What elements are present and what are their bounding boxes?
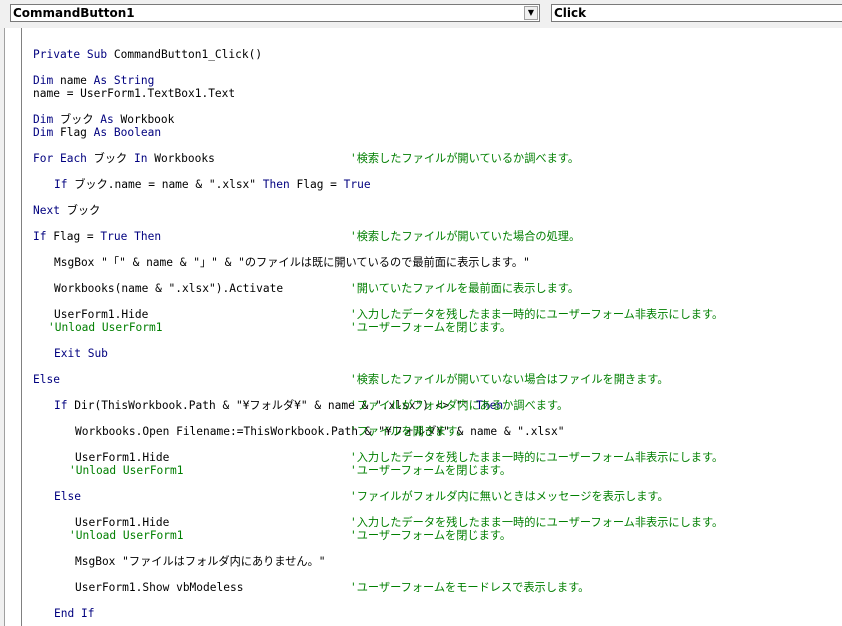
code-line[interactable]: Else '検索したファイルが開いていない場合はファイルを開きます。 — [33, 373, 838, 386]
code-text: Workbooks.Open Filename:=ThisWorkbook.Pa… — [75, 425, 565, 438]
code-text: If ブック.name = name & ".xlsx" Then Flag =… — [54, 178, 371, 191]
code-comment: 'ユーザーフォームを閉じます。 — [350, 321, 512, 334]
code-comment: 'Unload UserForm1 — [69, 464, 184, 477]
code-text: Dim ブック As Workbook — [33, 113, 175, 126]
code-line[interactable]: If Dir(ThisWorkbook.Path & "¥フォルダ¥" & na… — [33, 399, 838, 412]
code-line[interactable]: Dim ブック As Workbook — [33, 113, 838, 126]
code-area[interactable]: Private Sub CommandButton1_Click() Dim na… — [33, 28, 838, 626]
code-line[interactable]: MsgBox "ファイルはフォルダ内にありません。" — [33, 555, 838, 568]
code-comment: 'ファイルがフォルダ内にあるか調べます。 — [350, 399, 569, 412]
code-line[interactable]: If Flag = True Then '検索したファイルが開いていた場合の処理。 — [33, 230, 838, 243]
code-line[interactable]: End If — [33, 607, 838, 620]
code-line[interactable]: Private Sub CommandButton1_Click() — [33, 48, 838, 61]
code-text: UserForm1.Hide — [75, 451, 170, 464]
code-comment: '入力したデータを残したまま一時的にユーザーフォーム非表示にします。 — [350, 451, 724, 464]
code-text: If Flag = True Then — [33, 230, 162, 243]
chevron-down-icon[interactable]: ▼ — [524, 6, 538, 20]
code-text: Private Sub CommandButton1_Click() — [33, 48, 263, 61]
code-line[interactable]: UserForm1.Hide '入力したデータを残したまま一時的にユーザーフォーム… — [33, 451, 838, 464]
code-comment: 'ファイルを開きます。 — [350, 425, 468, 438]
code-line[interactable]: MsgBox "「" & name & "」" & "のファイルは既に開いている… — [33, 256, 838, 269]
code-comment: 'Unload UserForm1 — [48, 321, 163, 334]
code-line[interactable]: Else 'ファイルがフォルダ内に無いときはメッセージを表示します。 — [33, 490, 838, 503]
code-comment: 'ユーザーフォームを閉じます。 — [350, 529, 512, 542]
procedure-dropdown-value: Click — [554, 6, 587, 20]
code-line[interactable]: Exit Sub — [33, 347, 838, 360]
code-text: Exit Sub — [54, 347, 108, 360]
code-text: Else — [54, 490, 81, 503]
code-line[interactable]: Next ブック — [33, 204, 838, 217]
code-comment: 'ユーザーフォームを閉じます。 — [350, 464, 512, 477]
code-text: Next ブック — [33, 204, 101, 217]
code-line[interactable]: Dim name As String — [33, 74, 838, 87]
code-text: MsgBox "「" & name & "」" & "のファイルは既に開いている… — [54, 256, 530, 269]
code-comment: 'ファイルがフォルダ内に無いときはメッセージを表示します。 — [350, 490, 669, 503]
code-line[interactable]: UserForm1.Show vbModeless 'ユーザーフォームをモードレス… — [33, 581, 838, 594]
code-text: UserForm1.Hide — [75, 516, 170, 529]
code-window-header: CommandButton1 ▼ Click — [0, 0, 842, 28]
code-text: Workbooks(name & ".xlsx").Activate — [54, 282, 284, 295]
code-text: End If — [54, 607, 95, 620]
code-comment: '入力したデータを残したまま一時的にユーザーフォーム非表示にします。 — [350, 308, 724, 321]
code-comment: '検索したファイルが開いていない場合はファイルを開きます。 — [350, 373, 669, 386]
code-text: Dim Flag As Boolean — [33, 126, 162, 139]
code-line[interactable]: If ブック.name = name & ".xlsx" Then Flag =… — [33, 178, 838, 191]
code-text: UserForm1.Show vbModeless — [75, 581, 244, 594]
code-comment: 'ユーザーフォームをモードレスで表示します。 — [350, 581, 590, 594]
code-editor[interactable]: Private Sub CommandButton1_Click() Dim na… — [0, 28, 842, 626]
code-text: Dim name As String — [33, 74, 155, 87]
code-text: name = UserForm1.TextBox1.Text — [33, 87, 236, 100]
code-line[interactable]: UserForm1.Hide '入力したデータを残したまま一時的にユーザーフォーム… — [33, 308, 838, 321]
code-comment: '入力したデータを残したまま一時的にユーザーフォーム非表示にします。 — [350, 516, 724, 529]
code-line[interactable]: For Each ブック In Workbooks '検索したファイルが開いている… — [33, 152, 838, 165]
code-comment: '検索したファイルが開いていた場合の処理。 — [350, 230, 581, 243]
code-text: For Each ブック In Workbooks — [33, 152, 215, 165]
procedure-dropdown[interactable]: Click — [551, 4, 842, 22]
code-text: MsgBox "ファイルはフォルダ内にありません。" — [75, 555, 326, 568]
code-line[interactable]: name = UserForm1.TextBox1.Text — [33, 87, 838, 100]
object-dropdown-value: CommandButton1 — [13, 6, 135, 20]
code-comment: '開いていたファイルを最前面に表示します。 — [350, 282, 580, 295]
code-line[interactable]: Workbooks(name & ".xlsx").Activate '開いていた… — [33, 282, 838, 295]
object-dropdown[interactable]: CommandButton1 ▼ — [10, 4, 540, 22]
code-line[interactable]: Dim Flag As Boolean — [33, 126, 838, 139]
margin-indicator-bar[interactable] — [5, 28, 22, 626]
code-text: UserForm1.Hide — [54, 308, 149, 321]
code-comment: '検索したファイルが開いているか調べます。 — [350, 152, 580, 165]
code-text: Else — [33, 373, 60, 386]
code-line[interactable]: UserForm1.Hide '入力したデータを残したまま一時的にユーザーフォーム… — [33, 516, 838, 529]
code-line[interactable]: Workbooks.Open Filename:=ThisWorkbook.Pa… — [33, 425, 838, 438]
code-comment: 'Unload UserForm1 — [69, 529, 184, 542]
